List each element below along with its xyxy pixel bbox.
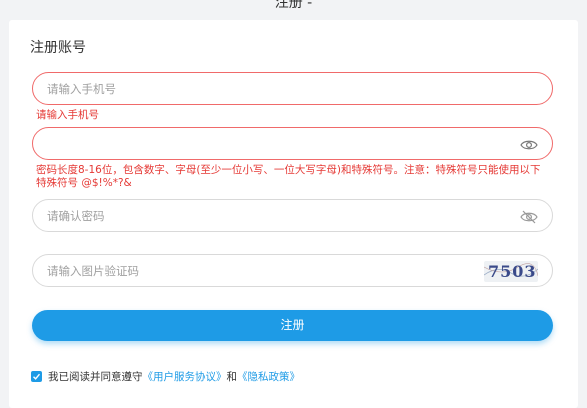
page-header-title: 注册 -: [274, 0, 313, 11]
register-button[interactable]: 注册: [32, 310, 553, 341]
checkmark-icon: [33, 373, 41, 380]
eye-off-icon[interactable]: [520, 209, 538, 224]
register-card: 注册账号 请输入手机号 密码长度8-16位，包含数字、字母(至少一位小写、一位大…: [9, 20, 578, 408]
privacy-link[interactable]: 《隐私政策》: [237, 371, 300, 383]
form-title: 注册账号: [30, 40, 86, 56]
confirm-password-field[interactable]: [32, 199, 553, 232]
captcha-image[interactable]: 7503: [484, 261, 538, 282]
phone-error: 请输入手机号: [36, 109, 99, 121]
eye-icon[interactable]: [520, 137, 538, 151]
captcha-input[interactable]: [47, 255, 487, 286]
password-error: 密码长度8-16位，包含数字、字母(至少一位小写、一位大写字母)和特殊符号。注意…: [36, 164, 541, 189]
password-field[interactable]: [32, 127, 553, 160]
agreement-prefix: 我已阅读并同意遵守: [48, 371, 143, 383]
captcha-text: 7503: [488, 262, 537, 281]
password-input[interactable]: [47, 128, 487, 159]
agreement-conjunction: 和: [226, 371, 238, 383]
page-header: 注册 -: [0, 0, 587, 22]
phone-input[interactable]: [47, 73, 487, 104]
confirm-password-input[interactable]: [47, 200, 487, 231]
phone-field[interactable]: [32, 72, 553, 105]
agreement-row: 我已阅读并同意遵守《用户服务协议》和《隐私政策》: [31, 370, 300, 384]
agreement-checkbox[interactable]: [31, 371, 42, 382]
terms-link[interactable]: 《用户服务协议》: [143, 371, 227, 383]
captcha-field[interactable]: 7503: [32, 254, 553, 287]
